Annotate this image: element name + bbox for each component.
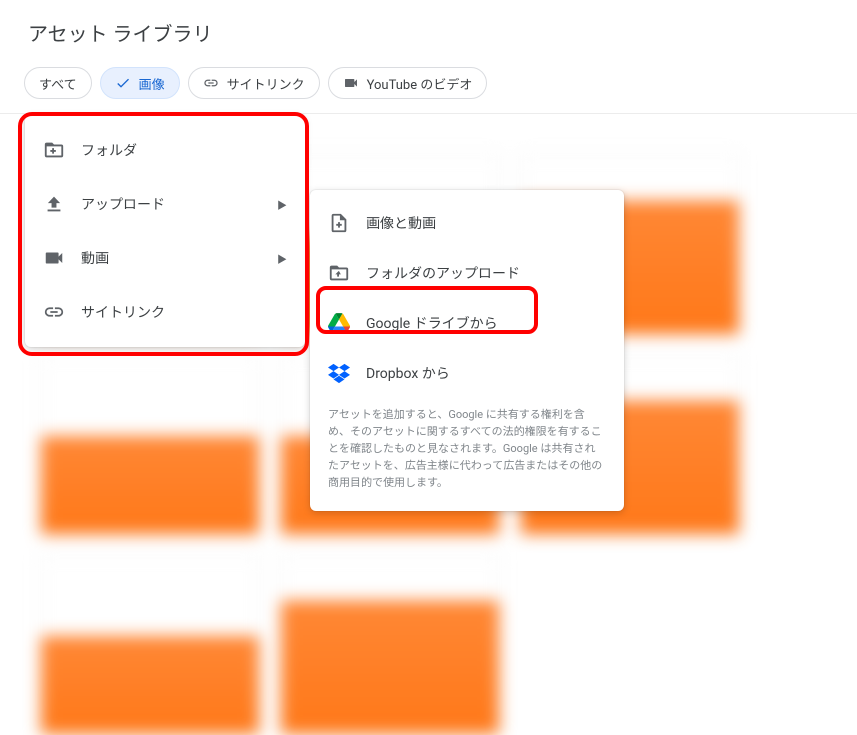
submenu-item-folder-upload[interactable]: フォルダのアップロード [310, 248, 624, 298]
video-icon [43, 247, 65, 269]
menu-item-upload-label: アップロード [81, 194, 165, 214]
menu-item-folder-label: フォルダ [81, 140, 137, 160]
chip-all[interactable]: すべて [24, 67, 92, 99]
menu-item-video-label: 動画 [81, 248, 109, 268]
add-asset-menu: フォルダ アップロード ▶ 動画 ▶ サイトリンク [25, 115, 305, 347]
menu-item-sitelink[interactable]: サイトリンク [25, 285, 305, 339]
menu-item-video[interactable]: 動画 ▶ [25, 231, 305, 285]
submenu-item-images-videos[interactable]: 画像と動画 [310, 198, 624, 248]
check-icon [115, 75, 131, 91]
upload-icon [43, 193, 65, 215]
upload-submenu: 画像と動画 フォルダのアップロード Google ドライブから Dropbox … [310, 190, 624, 511]
submenu-item-images-videos-label: 画像と動画 [366, 213, 436, 233]
chevron-right-icon: ▶ [277, 197, 287, 212]
file-add-icon [328, 212, 350, 234]
link-icon [203, 75, 219, 91]
video-icon [343, 75, 359, 91]
chip-youtube[interactable]: YouTube のビデオ [328, 67, 488, 99]
chip-images-label: 画像 [139, 74, 165, 93]
asset-card [40, 355, 260, 535]
submenu-item-dropbox-label: Dropbox から [366, 363, 450, 383]
chevron-right-icon: ▶ [277, 251, 287, 266]
submenu-item-google-drive-label: Google ドライブから [366, 313, 498, 333]
chip-images[interactable]: 画像 [100, 67, 180, 99]
chip-all-label: すべて [39, 74, 77, 93]
folder-add-icon [43, 139, 65, 161]
page-title: アセット ライブラリ [0, 0, 857, 61]
asset-card [40, 555, 260, 735]
menu-item-upload[interactable]: アップロード ▶ [25, 177, 305, 231]
link-icon [43, 301, 65, 323]
chip-sitelinks-label: サイトリンク [227, 74, 305, 93]
upload-disclaimer: アセットを追加すると、Google に共有する権利を含め、そのアセットに関するす… [310, 398, 624, 503]
dropbox-icon [328, 362, 350, 384]
google-drive-icon [328, 312, 350, 334]
menu-item-folder[interactable]: フォルダ [25, 123, 305, 177]
menu-item-sitelink-label: サイトリンク [81, 302, 165, 322]
submenu-item-folder-upload-label: フォルダのアップロード [366, 263, 520, 283]
filter-bar: すべて 画像 サイトリンク YouTube のビデオ [0, 61, 857, 114]
asset-card [280, 555, 500, 735]
chip-sitelinks[interactable]: サイトリンク [188, 67, 320, 99]
folder-upload-icon [328, 262, 350, 284]
chip-youtube-label: YouTube のビデオ [367, 74, 473, 93]
submenu-item-google-drive[interactable]: Google ドライブから [310, 298, 624, 348]
submenu-item-dropbox[interactable]: Dropbox から [310, 348, 624, 398]
